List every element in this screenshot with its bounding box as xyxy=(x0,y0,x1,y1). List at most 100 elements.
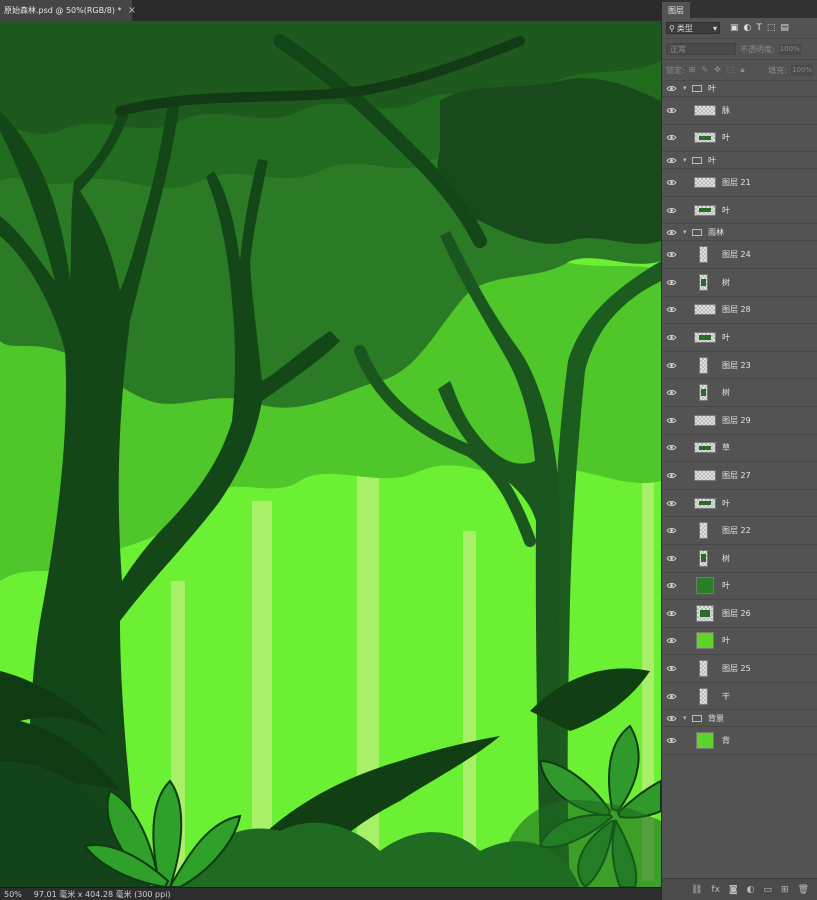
adjustment-filter-icon[interactable]: ◐ xyxy=(744,23,752,33)
layer-row[interactable]: 叶 xyxy=(662,125,817,153)
layers-panel-footer: ⛓ fx ◙ ◐ ▭ ⊞ 🗑︎ xyxy=(662,878,817,900)
type-filter-icon[interactable]: T xyxy=(756,23,762,33)
visibility-eye-icon[interactable] xyxy=(662,610,680,617)
layer-name: 叶 xyxy=(708,83,716,93)
layer-row[interactable]: 图层 23 xyxy=(662,352,817,380)
visibility-eye-icon[interactable] xyxy=(662,417,680,424)
layer-row[interactable]: 脉 xyxy=(662,97,817,125)
visibility-eye-icon[interactable] xyxy=(662,179,680,186)
trash-icon[interactable]: 🗑︎ xyxy=(798,885,809,895)
opacity-field[interactable]: 100% xyxy=(778,43,801,55)
lock-position-icon[interactable]: ✥ xyxy=(714,65,721,75)
group-expand-chevron-icon[interactable]: ▾ xyxy=(683,156,687,164)
layer-row[interactable]: 叶 xyxy=(662,324,817,352)
link-icon[interactable]: ⛓ xyxy=(691,885,702,895)
zoom-level[interactable]: 50% xyxy=(4,890,22,899)
layer-row[interactable]: 图层 26 xyxy=(662,600,817,628)
visibility-eye-icon[interactable] xyxy=(662,334,680,341)
opacity-label: 不透明度: xyxy=(740,44,775,54)
layer-row[interactable]: 草 xyxy=(662,435,817,463)
document-size: 97.01 毫米 x 404.28 毫米 (300 ppi) xyxy=(33,889,171,899)
blend-mode-select[interactable]: 正常 xyxy=(666,43,736,55)
layer-row[interactable]: 图层 28 xyxy=(662,297,817,325)
layer-group-row[interactable]: ▾ 雨林 xyxy=(662,224,817,242)
tab-layers[interactable]: 图层 xyxy=(662,2,690,18)
visibility-eye-icon[interactable] xyxy=(662,472,680,479)
visibility-eye-icon[interactable] xyxy=(662,693,680,700)
document-tab[interactable]: 原始森林.psd @ 50%(RGB/8) * × xyxy=(0,0,136,21)
layer-row[interactable]: 树 xyxy=(662,545,817,573)
visibility-eye-icon[interactable] xyxy=(662,737,680,744)
layer-row[interactable]: 图层 22 xyxy=(662,517,817,545)
lock-artboard-icon[interactable]: ⬚ xyxy=(727,65,735,75)
layer-row[interactable]: 叶 xyxy=(662,490,817,518)
visibility-eye-icon[interactable] xyxy=(662,389,680,396)
layer-row[interactable]: 图层 24 xyxy=(662,241,817,269)
layer-row[interactable]: 图层 25 xyxy=(662,655,817,683)
layer-row[interactable]: 图层 27 xyxy=(662,462,817,490)
group-expand-chevron-icon[interactable]: ▾ xyxy=(683,228,687,236)
adjustment-icon[interactable]: ◐ xyxy=(747,885,755,895)
visibility-eye-icon[interactable] xyxy=(662,362,680,369)
visibility-eye-icon[interactable] xyxy=(662,555,680,562)
lock-icons: ⊞ ✎ ✥ ⬚ 🔒︎ xyxy=(689,65,745,75)
layer-row[interactable]: 叶 xyxy=(662,628,817,656)
layer-group-row[interactable]: ▾ 叶 xyxy=(662,152,817,170)
layer-name: 图层 25 xyxy=(722,664,751,674)
lock-all-icon[interactable]: 🔒︎ xyxy=(740,65,744,75)
document-canvas[interactable] xyxy=(0,21,661,887)
layer-filter-select[interactable]: ⚲ 类型 ▾ xyxy=(666,22,720,34)
group-expand-chevron-icon[interactable]: ▾ xyxy=(683,714,687,722)
visibility-eye-icon[interactable] xyxy=(662,665,680,672)
lock-paint-icon[interactable]: ✎ xyxy=(701,65,708,75)
layer-row[interactable]: 图层 21 xyxy=(662,169,817,197)
visibility-eye-icon[interactable] xyxy=(662,306,680,313)
layer-thumbnail xyxy=(694,497,716,509)
visibility-eye-icon[interactable] xyxy=(662,157,680,164)
visibility-eye-icon[interactable] xyxy=(662,107,680,114)
visibility-eye-icon[interactable] xyxy=(662,85,680,92)
layer-group-row[interactable]: ▾ 叶 xyxy=(662,80,817,97)
group-expand-chevron-icon[interactable]: ▾ xyxy=(683,84,687,92)
layer-thumbnail xyxy=(699,549,708,567)
layer-group-row[interactable]: ▾ 背景 xyxy=(662,710,817,728)
visibility-eye-icon[interactable] xyxy=(662,279,680,286)
mask-icon[interactable]: ◙ xyxy=(729,885,738,895)
visibility-eye-icon[interactable] xyxy=(662,444,680,451)
visibility-eye-icon[interactable] xyxy=(662,207,680,214)
shape-filter-icon[interactable]: ⬚ xyxy=(767,23,776,33)
visibility-eye-icon[interactable] xyxy=(662,500,680,507)
layer-name: 叶 xyxy=(708,155,716,165)
new-layer-icon[interactable]: ⊞ xyxy=(781,885,789,895)
visibility-eye-icon[interactable] xyxy=(662,527,680,534)
image-filter-icon[interactable]: ▣ xyxy=(730,23,739,33)
layer-row[interactable]: 树 xyxy=(662,269,817,297)
layer-name: 背景 xyxy=(708,713,724,723)
fill-field[interactable]: 100% xyxy=(791,64,813,76)
new-group-icon[interactable]: ▭ xyxy=(764,885,773,895)
layer-row[interactable]: 背 xyxy=(662,727,817,756)
layer-name: 图层 28 xyxy=(722,305,751,315)
close-icon[interactable]: × xyxy=(128,5,136,16)
visibility-eye-icon[interactable] xyxy=(662,715,680,722)
folder-icon xyxy=(692,228,702,236)
smart-object-filter-icon[interactable]: ▤ xyxy=(780,23,789,33)
visibility-eye-icon[interactable] xyxy=(662,637,680,644)
visibility-eye-icon[interactable] xyxy=(662,582,680,589)
layer-row[interactable]: 叶 xyxy=(662,197,817,225)
layer-row[interactable]: 叶 xyxy=(662,573,817,601)
layer-name: 叶 xyxy=(722,332,730,342)
visibility-eye-icon[interactable] xyxy=(662,134,680,141)
visibility-eye-icon[interactable] xyxy=(662,251,680,258)
fx-icon[interactable]: fx xyxy=(711,885,720,895)
visibility-eye-icon[interactable] xyxy=(662,229,680,236)
panel-tab-strip: 图层 xyxy=(662,0,817,18)
layer-row[interactable]: 树 xyxy=(662,379,817,407)
lock-transparent-icon[interactable]: ⊞ xyxy=(689,65,696,75)
layer-row[interactable]: 图层 29 xyxy=(662,407,817,435)
layer-row[interactable]: 干 xyxy=(662,683,817,711)
lock-label: 锁定: xyxy=(666,65,685,75)
layer-thumbnail xyxy=(694,104,716,116)
layer-name: 树 xyxy=(722,553,730,563)
layer-thumbnail xyxy=(696,632,714,650)
